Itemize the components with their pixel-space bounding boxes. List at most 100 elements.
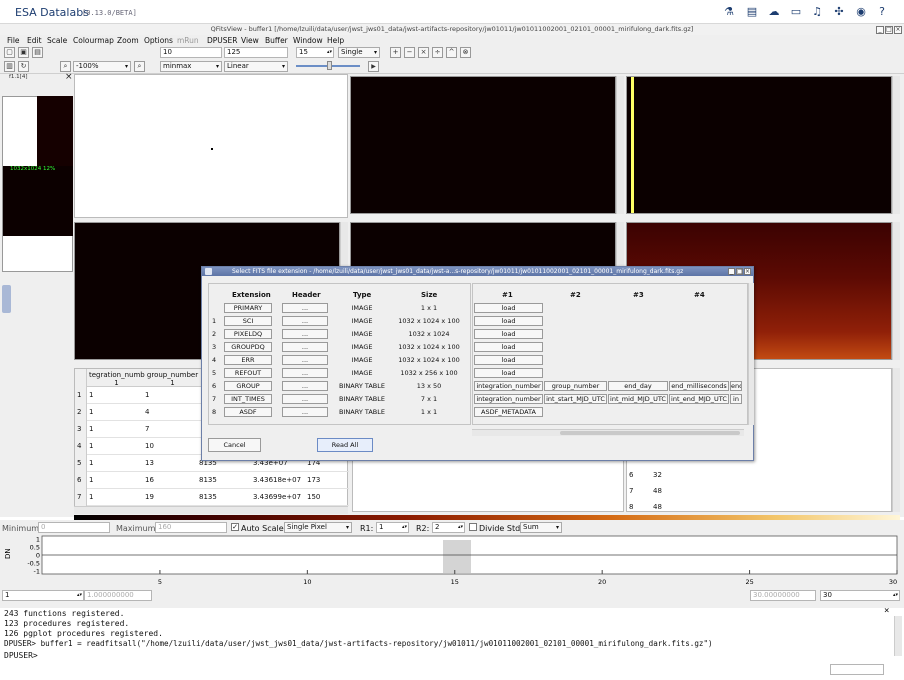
table-column-button[interactable]: end_day [608, 381, 668, 391]
table-cell[interactable]: 3.43699e+07 [253, 493, 301, 501]
pane-1-scrollbar[interactable] [616, 76, 624, 214]
table-cell[interactable]: 1 [89, 391, 93, 399]
load-button[interactable]: load [474, 368, 543, 378]
menu-zoom[interactable]: Zoom [117, 36, 139, 45]
scale-mode-select[interactable]: minmax ▾ [160, 61, 222, 72]
cancel-button[interactable]: Cancel [208, 438, 261, 452]
save-icon[interactable]: ▤ [32, 47, 43, 58]
maximum-field[interactable]: 160 [155, 522, 227, 533]
share-icon[interactable]: ✣ [833, 6, 845, 18]
pixel-mode-select[interactable]: Single Pixel ▾ [284, 522, 352, 533]
dialog-maximize-icon[interactable]: □ [736, 268, 743, 275]
table-cell[interactable]: 1 [89, 459, 93, 467]
overview-close-icon[interactable]: × [65, 72, 73, 82]
extension-button[interactable]: INT_TIMES [224, 394, 272, 404]
table-column-button[interactable]: in [730, 394, 742, 404]
extension-button[interactable]: ERR [224, 355, 272, 365]
table-cell[interactable]: 150 [307, 493, 320, 501]
power-icon[interactable]: ^ [446, 47, 457, 58]
table-cell[interactable]: 19 [145, 493, 154, 501]
table-1-hscroll[interactable] [74, 506, 348, 514]
zoom-icon[interactable]: ⌕ [60, 61, 71, 72]
table-cell[interactable]: 1 [89, 408, 93, 416]
menu-options[interactable]: Options [144, 36, 173, 45]
table-cell[interactable]: 1 [89, 425, 93, 433]
header-button[interactable]: ... [282, 394, 328, 404]
pane-2-scrollbar[interactable] [892, 76, 900, 214]
table-cell[interactable]: 32 [653, 471, 662, 479]
zoom-fit-icon[interactable]: ⌕ [134, 61, 145, 72]
table-header[interactable]: tegration_numb 1 [89, 371, 145, 387]
table-column-button[interactable]: group_number [544, 381, 607, 391]
extension-button[interactable]: REFOUT [224, 368, 272, 378]
table-cell[interactable]: 1 [145, 391, 149, 399]
extension-button[interactable]: PIXELDQ [224, 329, 272, 339]
dialog-minimize-icon[interactable]: _ [728, 268, 735, 275]
table-cell[interactable]: 13 [145, 459, 154, 467]
dpuser-console[interactable]: 243 functions registered. 123 procedures… [0, 606, 904, 680]
menu-colourmap[interactable]: Colourmap [73, 36, 114, 45]
table-cell[interactable]: 48 [653, 487, 662, 495]
table-cell[interactable]: 1 [89, 476, 93, 484]
image-pane-1[interactable] [350, 76, 616, 214]
overview-image[interactable] [3, 166, 73, 236]
new-icon[interactable]: ▢ [4, 47, 15, 58]
zoom-select[interactable]: -100% ▾ [73, 61, 131, 72]
header-button[interactable]: ... [282, 407, 328, 417]
table-cell[interactable]: 10 [145, 442, 154, 450]
dialog-close-icon[interactable]: × [744, 268, 751, 275]
header-button[interactable]: ... [282, 381, 328, 391]
subtract-icon[interactable]: − [404, 47, 415, 58]
side-panel-toggle[interactable] [2, 285, 11, 313]
play-icon[interactable]: ▶ [368, 61, 379, 72]
field-2[interactable]: 125 [224, 47, 288, 58]
menu-file[interactable]: File [7, 36, 20, 45]
print-icon[interactable]: ▥ [4, 61, 15, 72]
load-button[interactable]: load [474, 342, 543, 352]
table-3-scrollbar[interactable] [892, 368, 900, 512]
menu-help[interactable]: Help [327, 36, 344, 45]
table-cell[interactable]: 1 [89, 442, 93, 450]
load-button[interactable]: load [474, 303, 543, 313]
console-prompt[interactable]: DPUSER> [4, 651, 38, 660]
add-icon[interactable]: + [390, 47, 401, 58]
header-button[interactable]: ... [282, 316, 328, 326]
table-header[interactable]: group_number 1 [145, 371, 200, 387]
read-all-button[interactable]: Read All [317, 438, 373, 452]
table-cell[interactable]: 8135 [199, 476, 217, 484]
x-max-field[interactable]: 30 ▴▾ [820, 590, 900, 601]
load-button[interactable]: load [474, 355, 543, 365]
menu-view[interactable]: View [241, 36, 259, 45]
r2-field[interactable]: 2 ▴▾ [432, 522, 465, 533]
extension-button[interactable]: SCI [224, 316, 272, 326]
flask-icon[interactable]: ⚗ [723, 6, 735, 18]
menu-window[interactable]: Window [293, 36, 323, 45]
extension-button[interactable]: GROUPDQ [224, 342, 272, 352]
view-mode-select[interactable]: Single ▾ [338, 47, 380, 58]
r1-field[interactable]: 1 ▴▾ [376, 522, 409, 533]
table-cell[interactable]: 48 [653, 503, 662, 511]
table-cell[interactable]: 4 [145, 408, 149, 416]
overview-image-top[interactable] [37, 96, 73, 166]
console-close-icon[interactable]: × [884, 606, 889, 616]
table-column-button[interactable]: integration_number [474, 394, 543, 404]
minimize-icon[interactable]: _ [876, 26, 884, 34]
table-column-button[interactable]: integration_number [474, 381, 543, 391]
extension-button[interactable]: ASDF [224, 407, 272, 417]
close-icon[interactable]: × [894, 26, 902, 34]
menu-mrun[interactable]: mRun [177, 36, 199, 45]
menu-scale[interactable]: Scale [47, 36, 67, 45]
table-cell[interactable]: 1 [89, 493, 93, 501]
menu-edit[interactable]: Edit [27, 36, 42, 45]
combine-select[interactable]: Sum ▾ [520, 522, 562, 533]
field-1[interactable]: 10 [160, 47, 222, 58]
layers-icon[interactable]: ▤ [746, 6, 758, 18]
table-column-button[interactable]: int_end_MJD_UTC [669, 394, 729, 404]
header-button[interactable]: ... [282, 329, 328, 339]
load-button[interactable]: load [474, 316, 543, 326]
divide-std-checkbox[interactable] [469, 523, 477, 531]
multiply-icon[interactable]: × [418, 47, 429, 58]
menu-buffer[interactable]: Buffer [265, 36, 288, 45]
auto-scale-checkbox[interactable]: ✓ [231, 523, 239, 531]
console-scrollbar[interactable] [894, 616, 902, 656]
